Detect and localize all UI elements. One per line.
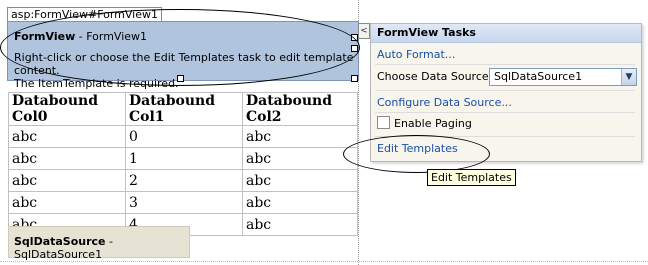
table-cell: abc	[8, 169, 126, 192]
resize-handle-bottom-right[interactable]	[351, 75, 358, 82]
auto-format-link[interactable]: Auto Format...	[377, 48, 455, 61]
grid-header-row: Databound Col0 Databound Col1 Databound …	[8, 92, 358, 126]
divider	[375, 64, 635, 65]
sqldatasource-label-bold: SqlDataSource	[14, 235, 106, 248]
choose-data-source-label: Choose Data Source:	[377, 70, 493, 83]
smart-tag-icon[interactable]: <	[358, 23, 370, 39]
table-row: abc 1 abc	[8, 147, 358, 170]
chevron-down-icon[interactable]: ▼	[621, 69, 636, 85]
data-grid: Databound Col0 Databound Col1 Databound …	[8, 92, 358, 236]
data-source-value: SqlDataSource1	[494, 70, 583, 83]
table-cell: abc	[8, 125, 126, 148]
grid-header-cell: Databound Col2	[242, 92, 358, 126]
table-cell: 0	[125, 125, 243, 148]
table-row: abc 2 abc	[8, 169, 358, 192]
table-row: abc 3 abc	[8, 191, 358, 214]
table-cell: abc	[242, 191, 358, 214]
divider	[375, 112, 635, 113]
divider	[375, 90, 635, 91]
configure-data-source-link[interactable]: Configure Data Source...	[377, 96, 512, 109]
table-cell: 3	[125, 191, 243, 214]
table-cell: abc	[242, 125, 358, 148]
table-cell: abc	[8, 191, 126, 214]
enable-paging-checkbox[interactable]	[377, 116, 390, 129]
table-row: abc 0 abc	[8, 125, 358, 148]
table-cell: abc	[8, 147, 126, 170]
table-cell: abc	[242, 213, 358, 236]
table-cell: abc	[242, 147, 358, 170]
table-cell: abc	[242, 169, 358, 192]
sqldatasource-control[interactable]: SqlDataSource - SqlDataSource1	[8, 226, 190, 261]
grid-header-cell: Databound Col1	[125, 92, 243, 126]
table-cell: 1	[125, 147, 243, 170]
sqldatasource-label: SqlDataSource - SqlDataSource1	[14, 235, 189, 261]
design-surface-bottom-border	[0, 261, 648, 263]
tasks-panel-title: FormView Tasks	[371, 24, 641, 43]
highlight-ellipse-formview	[0, 9, 360, 86]
highlight-ellipse-edit-templates	[343, 135, 490, 173]
table-cell: 2	[125, 169, 243, 192]
data-source-select[interactable]: SqlDataSource1 ▼	[489, 68, 637, 86]
enable-paging-label: Enable Paging	[394, 117, 472, 130]
grid-header-cell: Databound Col0	[8, 92, 126, 126]
tooltip: Edit Templates	[427, 169, 516, 186]
